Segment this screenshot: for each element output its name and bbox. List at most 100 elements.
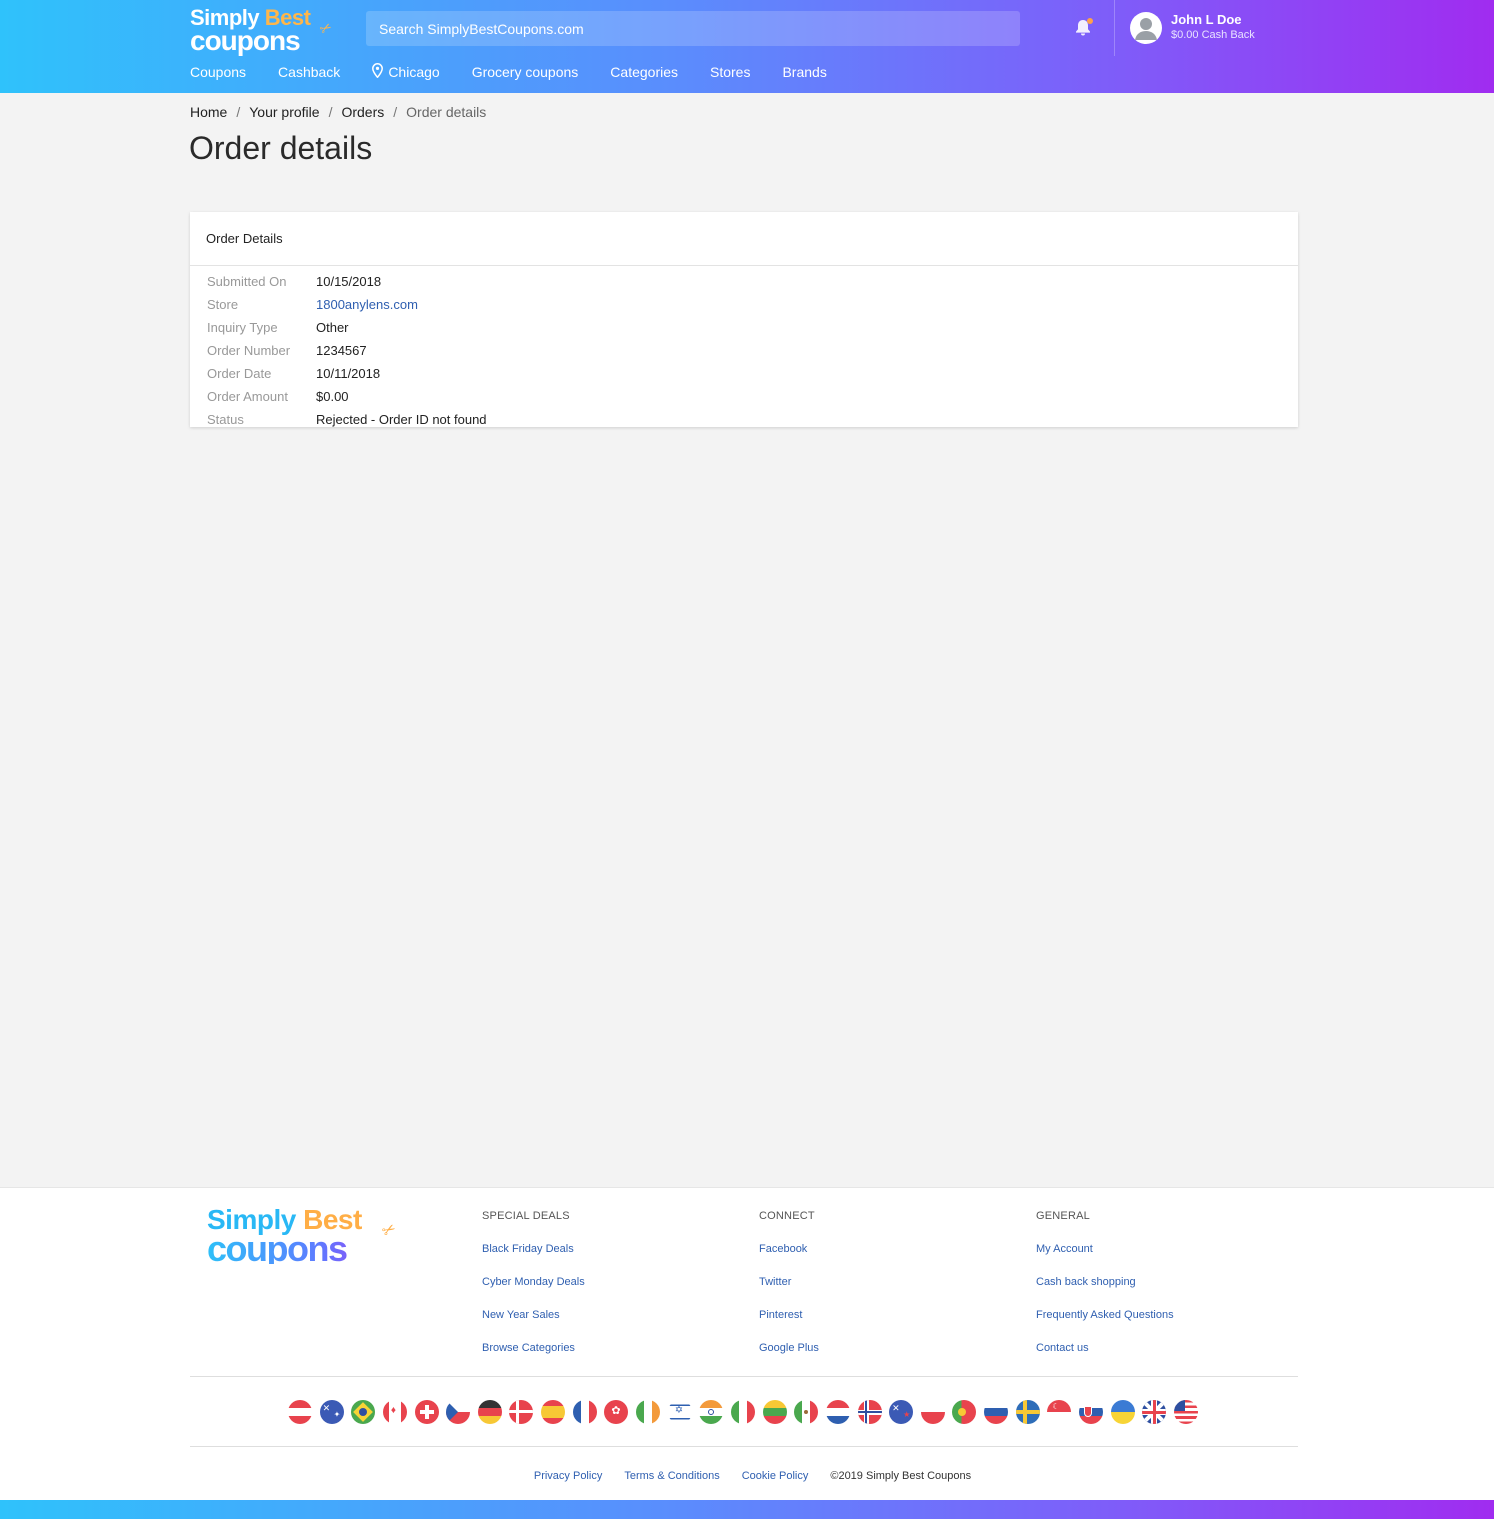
footer-link-black-friday[interactable]: Black Friday Deals: [482, 1243, 585, 1258]
detail-row-inquiry-type: Inquiry Type Other: [207, 316, 1298, 339]
footer-link-cyber-monday[interactable]: Cyber Monday Deals: [482, 1276, 585, 1291]
detail-row-order-date: Order Date 10/11/2018: [207, 362, 1298, 385]
lithuania-flag-icon[interactable]: [762, 1400, 787, 1424]
detail-row-submitted-on: Submitted On 10/15/2018: [207, 270, 1298, 293]
switzerland-flag-icon[interactable]: [414, 1400, 439, 1424]
detail-row-order-number: Order Number 1234567: [207, 339, 1298, 362]
site-logo[interactable]: Simply Best coupons ✂: [190, 7, 340, 55]
footer-link-facebook[interactable]: Facebook: [759, 1243, 819, 1258]
breadcrumb-separator: /: [236, 104, 241, 120]
detail-value: 1234567: [316, 343, 367, 358]
footer-divider: [190, 1376, 1298, 1377]
breadcrumb-separator: /: [328, 104, 333, 120]
detail-label: Inquiry Type: [207, 320, 278, 335]
footer-link-contact-us[interactable]: Contact us: [1036, 1342, 1174, 1357]
australia-flag-icon[interactable]: ✕ ✦: [319, 1400, 344, 1424]
sweden-flag-icon[interactable]: [1015, 1400, 1040, 1424]
site-footer: Simply Best coupons ✂ SPECIAL DEALS Blac…: [0, 1187, 1494, 1500]
footer-heading: SPECIAL DEALS: [482, 1210, 570, 1222]
new-zealand-flag-icon[interactable]: ✕ ★: [889, 1400, 914, 1424]
detail-label: Order Amount: [207, 389, 288, 404]
country-flags: ✕ ✦ ♦ ✿ ✡ ✕ ★ ☾: [288, 1400, 1206, 1424]
portugal-flag-icon[interactable]: [952, 1400, 977, 1424]
search-input[interactable]: Search SimplyBestCoupons.com: [366, 11, 1020, 46]
nav-grocery-coupons[interactable]: Grocery coupons: [472, 64, 579, 80]
terms-conditions-link[interactable]: Terms & Conditions: [624, 1470, 719, 1482]
brazil-flag-icon[interactable]: [351, 1400, 376, 1424]
detail-label: Order Date: [207, 366, 272, 381]
poland-flag-icon[interactable]: [920, 1400, 945, 1424]
footer-column-special-deals: SPECIAL DEALS Black Friday Deals Cyber M…: [482, 1210, 585, 1357]
israel-flag-icon[interactable]: ✡: [667, 1400, 692, 1424]
status-value: Rejected - Order ID not found: [316, 412, 487, 427]
singapore-flag-icon[interactable]: ☾: [1047, 1400, 1072, 1424]
nav-location[interactable]: Chicago: [372, 63, 440, 81]
canada-flag-icon[interactable]: ♦: [382, 1400, 407, 1424]
bottom-gradient-bar: [0, 1500, 1494, 1519]
breadcrumb: Home / Your profile / Orders / Order det…: [190, 104, 486, 120]
denmark-flag-icon[interactable]: [509, 1400, 534, 1424]
detail-value: 10/11/2018: [316, 366, 381, 381]
nav-location-label: Chicago: [388, 64, 440, 80]
footer-link-new-year-sales[interactable]: New Year Sales: [482, 1309, 585, 1324]
breadcrumb-your-profile[interactable]: Your profile: [249, 104, 319, 120]
footer-heading: GENERAL: [1036, 1210, 1090, 1222]
austria-flag-icon[interactable]: [288, 1400, 312, 1424]
india-flag-icon[interactable]: [699, 1400, 724, 1424]
header-divider: [1114, 0, 1115, 56]
italy-flag-icon[interactable]: [730, 1400, 755, 1424]
france-flag-icon[interactable]: [572, 1400, 597, 1424]
ireland-flag-icon[interactable]: [636, 1400, 661, 1424]
user-avatar-icon[interactable]: [1130, 12, 1162, 44]
detail-value: $0.00: [316, 389, 349, 404]
breadcrumb-orders[interactable]: Orders: [341, 104, 384, 120]
nav-categories[interactable]: Categories: [610, 64, 678, 80]
breadcrumb-order-details: Order details: [406, 104, 487, 120]
ukraine-flag-icon[interactable]: [1110, 1400, 1135, 1424]
nav-cashback[interactable]: Cashback: [278, 64, 340, 80]
privacy-policy-link[interactable]: Privacy Policy: [534, 1470, 602, 1482]
slovakia-flag-icon[interactable]: [1079, 1400, 1104, 1424]
germany-flag-icon[interactable]: [477, 1400, 502, 1424]
order-details-card: Order Details Submitted On 10/15/2018 St…: [190, 212, 1298, 427]
footer-link-my-account[interactable]: My Account: [1036, 1243, 1174, 1258]
user-name[interactable]: John L Doe: [1171, 12, 1242, 27]
footer-link-faq[interactable]: Frequently Asked Questions: [1036, 1309, 1174, 1324]
user-cash-back: $0.00 Cash Back: [1171, 29, 1255, 41]
footer-heading: CONNECT: [759, 1210, 815, 1222]
footer-link-google-plus[interactable]: Google Plus: [759, 1342, 819, 1357]
detail-label: Submitted On: [207, 274, 287, 289]
notifications-bell-icon[interactable]: [1073, 17, 1093, 37]
footer-bottom-links: Privacy Policy Terms & Conditions Cookie…: [0, 1470, 1494, 1482]
czech-flag-icon[interactable]: [446, 1400, 471, 1424]
cookie-policy-link[interactable]: Cookie Policy: [742, 1470, 809, 1482]
location-pin-icon: [372, 63, 384, 81]
mexico-flag-icon[interactable]: [794, 1400, 819, 1424]
nav-brands[interactable]: Brands: [782, 64, 826, 80]
nav-stores[interactable]: Stores: [710, 64, 750, 80]
page-title: Order details: [189, 130, 373, 166]
detail-row-status: Status Rejected - Order ID not found: [207, 408, 1298, 431]
usa-flag-icon[interactable]: [1173, 1400, 1198, 1424]
netherlands-flag-icon[interactable]: [825, 1400, 850, 1424]
breadcrumb-home[interactable]: Home: [190, 104, 227, 120]
footer-column-general: GENERAL My Account Cash back shopping Fr…: [1036, 1210, 1174, 1357]
uk-flag-icon[interactable]: [1142, 1400, 1167, 1424]
detail-row-order-amount: Order Amount $0.00: [207, 385, 1298, 408]
store-link[interactable]: 1800anylens.com: [316, 297, 418, 312]
footer-link-twitter[interactable]: Twitter: [759, 1276, 819, 1291]
russia-flag-icon[interactable]: [984, 1400, 1009, 1424]
search-placeholder: Search SimplyBestCoupons.com: [379, 20, 584, 37]
footer-logo[interactable]: Simply Best coupons ✂: [207, 1206, 407, 1268]
footer-link-pinterest[interactable]: Pinterest: [759, 1309, 819, 1324]
copyright-text: ©2019 Simply Best Coupons: [830, 1470, 972, 1482]
detail-label: Order Number: [207, 343, 291, 358]
main-nav: Coupons Cashback Chicago Grocery coupons…: [190, 62, 859, 82]
footer-link-browse-categories[interactable]: Browse Categories: [482, 1342, 585, 1357]
detail-value: Other: [316, 320, 349, 335]
hong-kong-flag-icon[interactable]: ✿: [604, 1400, 629, 1424]
spain-flag-icon[interactable]: [541, 1400, 566, 1424]
footer-link-cash-back-shopping[interactable]: Cash back shopping: [1036, 1276, 1174, 1291]
norway-flag-icon[interactable]: [857, 1400, 882, 1424]
nav-coupons[interactable]: Coupons: [190, 64, 246, 80]
